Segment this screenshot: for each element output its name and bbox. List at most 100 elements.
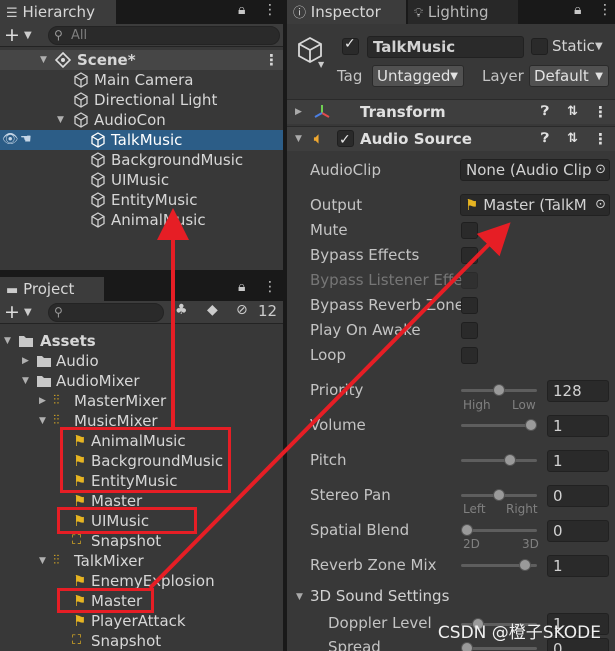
slider-knob[interactable] [461,524,473,536]
slider-knob[interactable] [461,642,473,651]
lock-icon[interactable]: 🔒︎ [238,279,245,295]
project-item[interactable]: ▼ ⫶⫶ TalkMixer [0,551,283,571]
object-name-field[interactable]: TalkMusic [367,36,524,58]
volume-input[interactable]: 1 [547,415,609,437]
project-item[interactable]: ▼ Assets [0,331,283,351]
fold-right-icon[interactable]: ▶ [22,351,29,371]
panel-divider[interactable] [0,270,283,277]
tab-inspector[interactable]: ⓘ Inspector [287,0,406,24]
slider-knob[interactable] [525,419,537,431]
transform-component-header[interactable]: ▶ Transform ❓︎ ⇅ ⋮ [287,99,615,124]
stereo-pan-slider[interactable] [461,488,537,502]
stereo-pan-input[interactable]: 0 [547,485,609,507]
slider-knob[interactable] [504,454,516,466]
reverb-mix-input[interactable]: 1 [547,555,609,577]
loop-checkbox[interactable] [461,347,478,364]
sound3d-settings-label[interactable]: 3D Sound Settings [310,587,449,605]
fold-down-icon[interactable]: ▼ [39,551,46,571]
item-label: UIMusic [111,171,170,189]
spatial-blend-input[interactable]: 0 [547,520,609,542]
fold-down-icon[interactable]: ▼ [4,331,11,351]
hierarchy-item[interactable]: AnimalMusic [0,210,283,230]
project-item[interactable]: ▶ ⫶⫶ MasterMixer [0,391,283,411]
output-field[interactable]: ⚑ Master (TalkM ⊙ [460,194,610,216]
hidden-packages-icon[interactable]: ⊘ [236,302,248,318]
preset-icon[interactable]: ⇅ [567,100,578,124]
hierarchy-search-input[interactable]: ⚲ All [48,26,280,45]
project-item[interactable]: ⛶ Snapshot [0,631,283,651]
audioclip-field[interactable]: None (Audio Clip ⊙ [460,159,610,181]
add-icon[interactable]: + [4,24,20,46]
mute-checkbox[interactable] [461,222,478,239]
help-icon[interactable]: ❓︎ [541,100,549,124]
annotation-box-master [57,588,154,613]
object-picker-icon[interactable]: ⊙ [593,195,606,215]
caret-down-icon[interactable]: ▼ [24,307,32,318]
pitch-input[interactable]: 1 [547,450,609,472]
fold-down-icon[interactable]: ▼ [296,592,303,602]
audio-source-component-header[interactable]: ▼ 🔈︎ Audio Source ❓︎ ⇅ ⋮ [287,126,615,152]
slider-knob[interactable] [493,384,505,396]
fold-down-icon[interactable]: ▼ [39,411,46,431]
add-icon[interactable]: + [4,301,20,323]
tab-hierarchy[interactable]: ☰ Hierarchy [0,0,116,24]
project-item[interactable]: ▼ AudioMixer [0,371,283,391]
bypass-reverb-checkbox[interactable] [461,297,478,314]
filter-by-type-icon[interactable]: ♣ [175,302,188,318]
scene-row[interactable]: ▼ Scene* ⋮ [0,50,283,70]
lock-icon[interactable]: 🔒︎ [574,2,581,18]
hierarchy-item[interactable]: Main Camera [0,70,283,90]
hierarchy-item[interactable]: EntityMusic [0,190,283,210]
tab-lighting[interactable]: 💡︎ Lighting [408,0,518,24]
fold-down-icon[interactable]: ▼ [295,127,302,151]
visibility-eye-icon[interactable]: 👁︎ [2,130,19,150]
static-checkbox[interactable] [531,38,548,55]
component-menu-icon[interactable]: ⋮ [593,127,608,151]
priority-input[interactable]: 128 [547,380,609,402]
tag-dropdown[interactable]: Untagged ▼ [372,65,464,87]
project-item[interactable]: ⛶ Snapshot [0,531,283,551]
more-menu-icon[interactable]: ⋮ [263,279,277,295]
project-item[interactable]: ⚑ PlayerAttack [0,611,283,631]
spatial-blend-slider[interactable] [461,523,537,537]
hierarchy-item[interactable]: Directional Light [0,90,283,110]
help-icon[interactable]: ❓︎ [541,127,549,151]
static-caret-icon[interactable]: ▼ [595,41,603,52]
more-menu-icon[interactable]: ⋮ [263,2,277,18]
bypass-effects-checkbox[interactable] [461,247,478,264]
object-picker-icon[interactable]: ⊙ [593,160,606,180]
slider-knob[interactable] [493,489,505,501]
component-menu-icon[interactable]: ⋮ [593,100,608,124]
slider-knob[interactable] [519,559,531,571]
fold-down-icon[interactable]: ▼ [22,371,29,391]
icon-dropdown-caret[interactable]: ▼ [318,60,324,69]
project-item[interactable]: ▶ Audio [0,351,283,371]
project-search-input[interactable]: ⚲ [48,303,164,322]
hierarchy-item-selected[interactable]: 👁︎ ☚ TalkMusic [0,130,283,150]
filter-by-label-icon[interactable]: ◆ [207,302,218,318]
hierarchy-item[interactable]: UIMusic [0,170,283,190]
layer-dropdown[interactable]: Default ▼ [529,65,609,87]
tab-project[interactable]: ▬ Project [0,277,104,301]
lock-icon[interactable]: 🔒︎ [238,2,245,18]
more-menu-icon[interactable]: ⋮ [598,2,612,18]
audio-source-enabled-checkbox[interactable] [337,128,354,152]
preset-icon[interactable]: ⇅ [567,127,578,151]
pitch-slider[interactable] [461,453,537,467]
scene-more-icon[interactable]: ⋮ [264,50,279,70]
hierarchy-item[interactable]: ▼ AudioCon [0,110,283,130]
search-icon: ⚲ [54,305,63,319]
gameobject-cube-icon [91,172,105,188]
priority-slider[interactable] [461,383,537,397]
fold-right-icon[interactable]: ▶ [39,391,46,411]
play-on-awake-checkbox[interactable] [461,322,478,339]
fold-down-icon[interactable]: ▼ [40,50,47,70]
pick-hand-icon[interactable]: ☚ [20,130,32,150]
volume-slider[interactable] [461,418,537,432]
reverb-mix-slider[interactable] [461,558,537,572]
active-checkbox[interactable] [342,36,359,55]
hierarchy-item[interactable]: BackgroundMusic [0,150,283,170]
caret-down-icon[interactable]: ▼ [24,30,32,41]
fold-right-icon[interactable]: ▶ [295,100,302,124]
fold-down-icon[interactable]: ▼ [57,110,64,130]
